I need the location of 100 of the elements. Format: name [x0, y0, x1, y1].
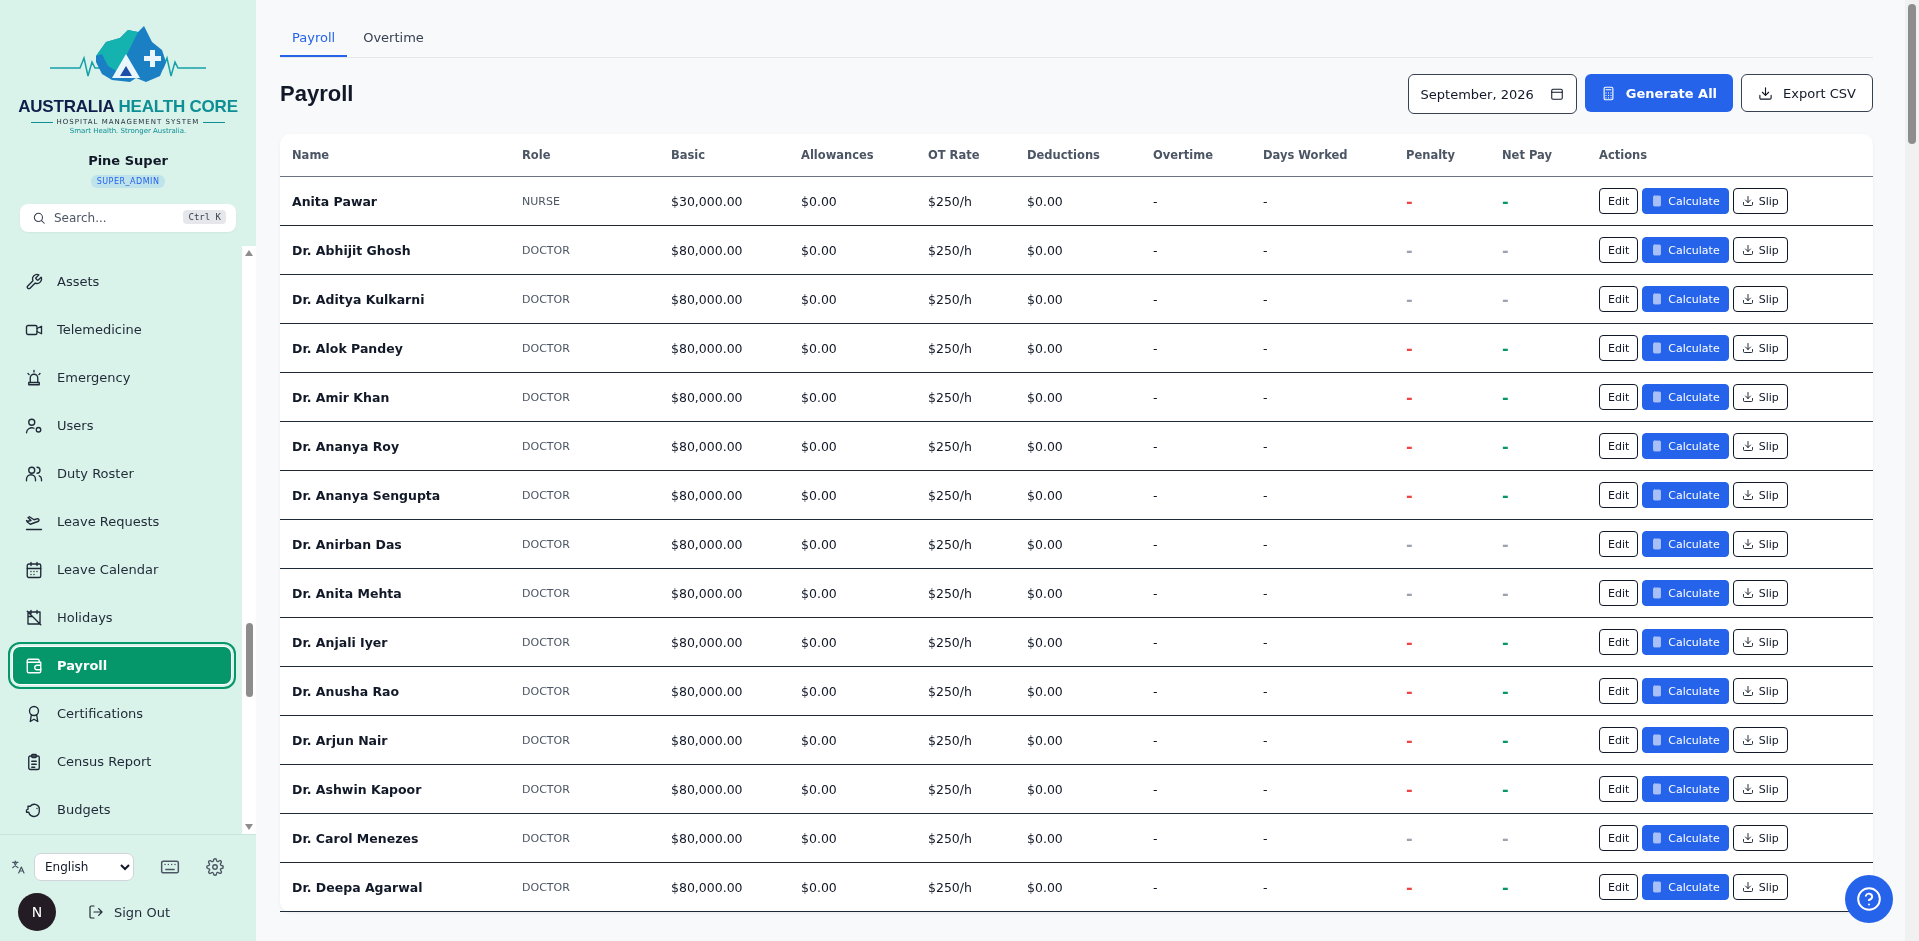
- calculate-button[interactable]: Calculate: [1642, 776, 1729, 802]
- calculate-button[interactable]: Calculate: [1642, 286, 1729, 312]
- table-cell: -: [1141, 569, 1251, 618]
- tab[interactable]: Overtime: [351, 20, 436, 57]
- sidebar-item[interactable]: Assets: [10, 258, 234, 305]
- edit-button[interactable]: Edit: [1599, 335, 1639, 361]
- column-header: Deductions: [1015, 134, 1141, 177]
- table-cell: -: [1251, 324, 1394, 373]
- slip-button[interactable]: Slip: [1732, 531, 1788, 557]
- edit-button[interactable]: Edit: [1599, 237, 1639, 263]
- edit-button[interactable]: Edit: [1599, 727, 1639, 753]
- sidebar-item[interactable]: Certifications: [10, 690, 234, 737]
- sidebar-item[interactable]: Telemedicine: [10, 306, 234, 353]
- table-cell: $0.00: [789, 324, 916, 373]
- edit-button[interactable]: Edit: [1599, 433, 1639, 459]
- calculate-button[interactable]: Calculate: [1642, 237, 1729, 263]
- table-cell: Dr. Arjun Nair: [280, 716, 510, 765]
- download-icon: [1741, 832, 1754, 844]
- calculate-button[interactable]: Calculate: [1642, 874, 1729, 900]
- scroll-down-arrow-icon[interactable]: [245, 824, 253, 830]
- month-picker[interactable]: September, 2026: [1407, 74, 1577, 114]
- calendar-icon: [1549, 87, 1564, 101]
- edit-button[interactable]: Edit: [1599, 188, 1639, 214]
- table-cell: DOCTOR: [510, 716, 659, 765]
- calculate-button[interactable]: Calculate: [1642, 678, 1729, 704]
- slip-button[interactable]: Slip: [1732, 384, 1788, 410]
- slip-button[interactable]: Slip: [1732, 286, 1788, 312]
- avatar[interactable]: N: [18, 893, 56, 931]
- edit-button[interactable]: Edit: [1599, 776, 1639, 802]
- edit-button[interactable]: Edit: [1599, 286, 1639, 312]
- sign-out-button[interactable]: Sign Out: [88, 904, 171, 920]
- table-cell: $80,000.00: [659, 618, 789, 667]
- sidebar-item[interactable]: Emergency: [10, 354, 234, 401]
- scrollbar[interactable]: [1905, 0, 1919, 941]
- slip-button[interactable]: Slip: [1732, 335, 1788, 361]
- tab[interactable]: Payroll: [280, 20, 348, 57]
- sidebar-item[interactable]: Users: [10, 402, 234, 449]
- edit-button[interactable]: Edit: [1599, 874, 1639, 900]
- sidebar-item[interactable]: Duty Roster: [10, 450, 234, 497]
- table-cell: -: [1251, 569, 1394, 618]
- slip-button[interactable]: Slip: [1732, 482, 1788, 508]
- calculate-button[interactable]: Calculate: [1642, 188, 1729, 214]
- edit-button[interactable]: Edit: [1599, 825, 1639, 851]
- calculate-button[interactable]: Calculate: [1642, 384, 1729, 410]
- keyboard-icon: [160, 857, 180, 877]
- sidebar-item[interactable]: Leave Requests: [10, 498, 234, 545]
- sidebar-item[interactable]: Leave Calendar: [10, 546, 234, 593]
- table-cell: $0.00: [789, 618, 916, 667]
- table-cell: DOCTOR: [510, 569, 659, 618]
- scrollbar-thumb[interactable]: [245, 623, 253, 697]
- language-select[interactable]: English: [34, 853, 134, 881]
- calculate-button[interactable]: Calculate: [1642, 580, 1729, 606]
- table-cell: $0.00: [1015, 177, 1141, 226]
- slip-button[interactable]: Slip: [1732, 580, 1788, 606]
- sidebar-item[interactable]: Budgets: [10, 786, 234, 833]
- calculate-button[interactable]: Calculate: [1642, 727, 1729, 753]
- calculate-button[interactable]: Calculate: [1642, 531, 1729, 557]
- table-cell: $250/h: [916, 324, 1015, 373]
- edit-button[interactable]: Edit: [1599, 482, 1639, 508]
- calculate-button[interactable]: Calculate: [1642, 482, 1729, 508]
- export-csv-button[interactable]: Export CSV: [1741, 74, 1873, 112]
- sidebar-item[interactable]: Holidays: [10, 594, 234, 641]
- column-header: Overtime: [1141, 134, 1251, 177]
- net-pay-value: -: [1502, 436, 1509, 456]
- slip-button[interactable]: Slip: [1732, 727, 1788, 753]
- users-icon: [25, 464, 43, 483]
- sidebar-item[interactable]: Census Report: [10, 738, 234, 785]
- table-cell: -: [1141, 177, 1251, 226]
- penalty-value: -: [1406, 681, 1413, 701]
- table-cell: -: [1251, 422, 1394, 471]
- download-icon: [1758, 85, 1774, 101]
- table-cell: DOCTOR: [510, 667, 659, 716]
- edit-button[interactable]: Edit: [1599, 384, 1639, 410]
- calculate-button[interactable]: Calculate: [1642, 335, 1729, 361]
- slip-button[interactable]: Slip: [1732, 433, 1788, 459]
- generate-all-button[interactable]: Generate All: [1584, 74, 1734, 112]
- slip-button[interactable]: Slip: [1732, 874, 1788, 900]
- edit-button[interactable]: Edit: [1599, 629, 1639, 655]
- scroll-up-arrow-icon[interactable]: [245, 250, 253, 256]
- penalty-value: -: [1406, 338, 1413, 358]
- scrollbar-thumb[interactable]: [1908, 4, 1916, 144]
- edit-button[interactable]: Edit: [1599, 580, 1639, 606]
- slip-button[interactable]: Slip: [1732, 237, 1788, 263]
- calculate-button[interactable]: Calculate: [1642, 433, 1729, 459]
- slip-button[interactable]: Slip: [1732, 629, 1788, 655]
- calculate-button[interactable]: Calculate: [1642, 825, 1729, 851]
- edit-button[interactable]: Edit: [1599, 531, 1639, 557]
- wrench-icon: [25, 272, 43, 291]
- table-cell: $0.00: [789, 373, 916, 422]
- edit-button[interactable]: Edit: [1599, 678, 1639, 704]
- scrollbar[interactable]: [242, 246, 256, 834]
- table-cell: Dr. Anusha Rao: [280, 667, 510, 716]
- slip-button[interactable]: Slip: [1732, 776, 1788, 802]
- table-cell: DOCTOR: [510, 765, 659, 814]
- slip-button[interactable]: Slip: [1732, 825, 1788, 851]
- download-icon: [1741, 685, 1754, 697]
- slip-button[interactable]: Slip: [1732, 678, 1788, 704]
- slip-button[interactable]: Slip: [1732, 188, 1788, 214]
- sidebar-item[interactable]: Payroll: [10, 644, 234, 687]
- calculate-button[interactable]: Calculate: [1642, 629, 1729, 655]
